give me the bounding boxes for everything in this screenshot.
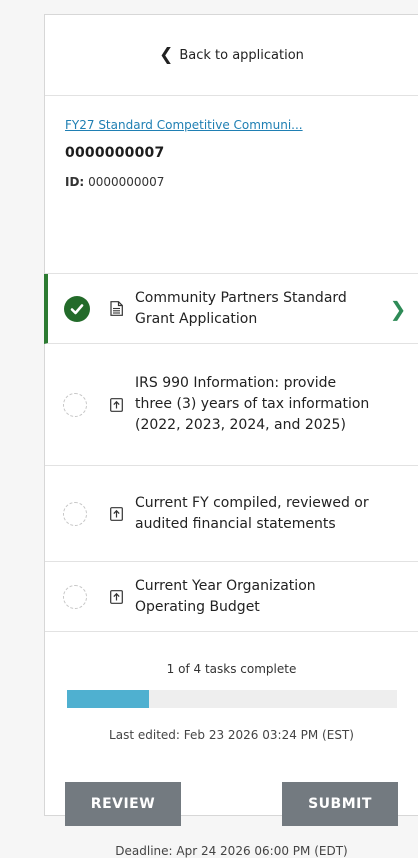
application-number: 0000000007 (65, 145, 165, 161)
application-header: FY27 Standard Competitive Communi... 000… (45, 96, 418, 274)
progress-section: 1 of 4 tasks complete Last edited: Feb 2… (45, 632, 418, 742)
back-link-label: Back to application (179, 47, 304, 63)
task-item-irs-990[interactable]: IRS 990 Information: provide three (3) y… (45, 344, 418, 466)
task-item-community-partners[interactable]: Community Partners Standard Grant Applic… (44, 274, 418, 344)
task-item-operating-budget[interactable]: Current Year Organization Operating Budg… (45, 562, 418, 632)
back-to-application-link[interactable]: ❮ Back to application (45, 15, 418, 96)
incomplete-status-icon (63, 584, 87, 609)
task-item-financial-statements[interactable]: Current FY compiled, reviewed or audited… (45, 466, 418, 562)
upload-icon (105, 589, 127, 604)
progress-text: 1 of 4 tasks complete (166, 662, 297, 676)
task-title: IRS 990 Information: provide three (3) y… (135, 375, 370, 433)
review-button[interactable]: REVIEW (65, 782, 181, 826)
complete-check-icon (63, 295, 90, 322)
application-id-value: 0000000007 (88, 175, 165, 189)
action-bar: REVIEW SUBMIT (45, 782, 418, 826)
task-title: Current FY compiled, reviewed or audited… (135, 494, 369, 532)
program-link[interactable]: FY27 Standard Competitive Communi... (65, 118, 398, 132)
application-id: ID: 0000000007 (65, 175, 398, 189)
task-panel: ❮ Back to application FY27 Standard Comp… (44, 14, 418, 858)
chevron-right-icon[interactable]: ❯ (378, 297, 418, 321)
submit-button[interactable]: SUBMIT (282, 782, 398, 826)
task-title: Community Partners Standard Grant Applic… (135, 289, 347, 327)
task-title: Current Year Organization Operating Budg… (135, 577, 316, 615)
incomplete-status-icon (63, 392, 87, 417)
progress-bar-fill (66, 690, 149, 708)
deadline-text: Deadline: Apr 24 2026 06:00 PM (EDT) (115, 844, 348, 858)
upload-icon (105, 397, 127, 412)
document-icon (105, 301, 127, 316)
progress-bar (66, 690, 397, 708)
upload-icon (105, 506, 127, 521)
chevron-left-icon: ❮ (159, 44, 174, 65)
incomplete-status-icon (63, 501, 87, 526)
application-id-label: ID: (65, 175, 85, 189)
last-edited-text: Last edited: Feb 23 2026 03:24 PM (EST) (109, 728, 354, 742)
